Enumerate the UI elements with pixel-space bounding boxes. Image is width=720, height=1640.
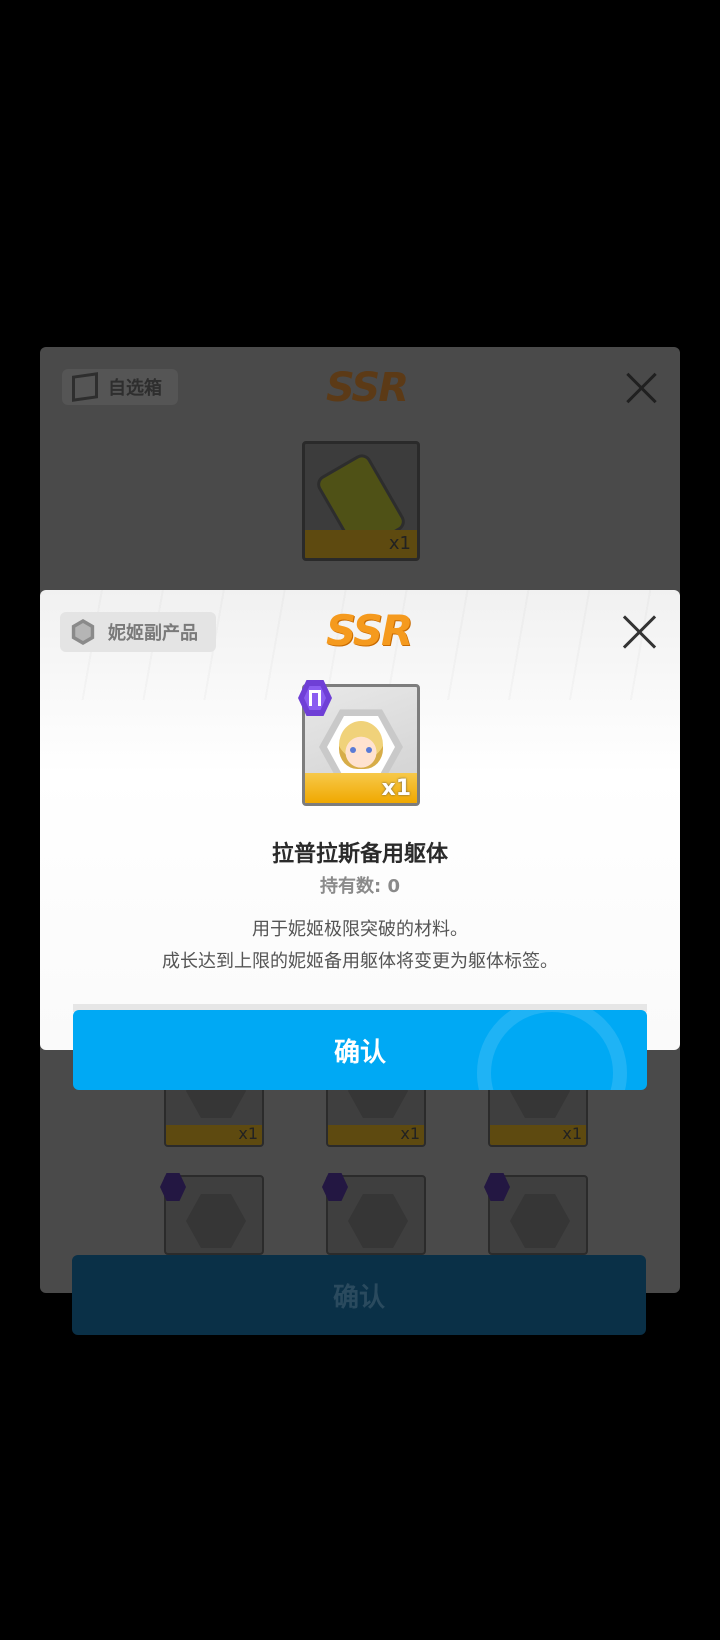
background-confirm-button: 确认 (72, 1255, 646, 1335)
grid-card-quantity: x1 (562, 1124, 582, 1143)
portrait-frame-icon (348, 1194, 408, 1248)
owned-count: 持有数: 0 (320, 876, 400, 897)
background-category-label: 自选箱 (108, 378, 162, 399)
description-line-1: 用于妮姬极限突破的材料。 (252, 919, 468, 940)
category-label: 妮姬副产品 (108, 623, 198, 644)
description-line-2: 成长达到上限的妮姬备用躯体将变更为躯体标签。 (162, 951, 558, 972)
character-portrait (339, 721, 383, 769)
confirm-button-label: 确认 (333, 1037, 386, 1068)
background-category-tag: 自选箱 (62, 369, 178, 405)
background-item-quantity: x1 (388, 533, 411, 554)
background-rarity-label: SSR (326, 365, 409, 411)
background-item-card: x1 (302, 441, 420, 561)
confirm-button[interactable]: 确认 (73, 1010, 647, 1090)
close-icon[interactable] (620, 612, 660, 652)
portrait-frame-icon (510, 1194, 570, 1248)
item-name: 拉普拉斯备用躯体 (271, 842, 448, 867)
item-detail-dialog: 妮姬副产品 SSR x1 拉普拉斯备用躯体 持有数: 0 用于妮姬极限突破的材料… (40, 590, 680, 1050)
item-description: 用于妮姬极限突破的材料。 成长达到上限的妮姬备用躯体将变更为躯体标签。 (40, 914, 680, 978)
grid-card-quantity: x1 (400, 1124, 420, 1143)
category-tag: 妮姬副产品 (60, 612, 216, 652)
hexagon-icon (71, 619, 95, 645)
watermark-logo-icon (477, 1010, 627, 1090)
box-icon (72, 372, 98, 402)
background-close-icon (624, 371, 658, 405)
rarity-label: SSR (326, 606, 413, 655)
portrait-frame-icon (186, 1194, 246, 1248)
item-quantity: x1 (381, 776, 412, 801)
grid-card-quantity: x1 (238, 1124, 258, 1143)
